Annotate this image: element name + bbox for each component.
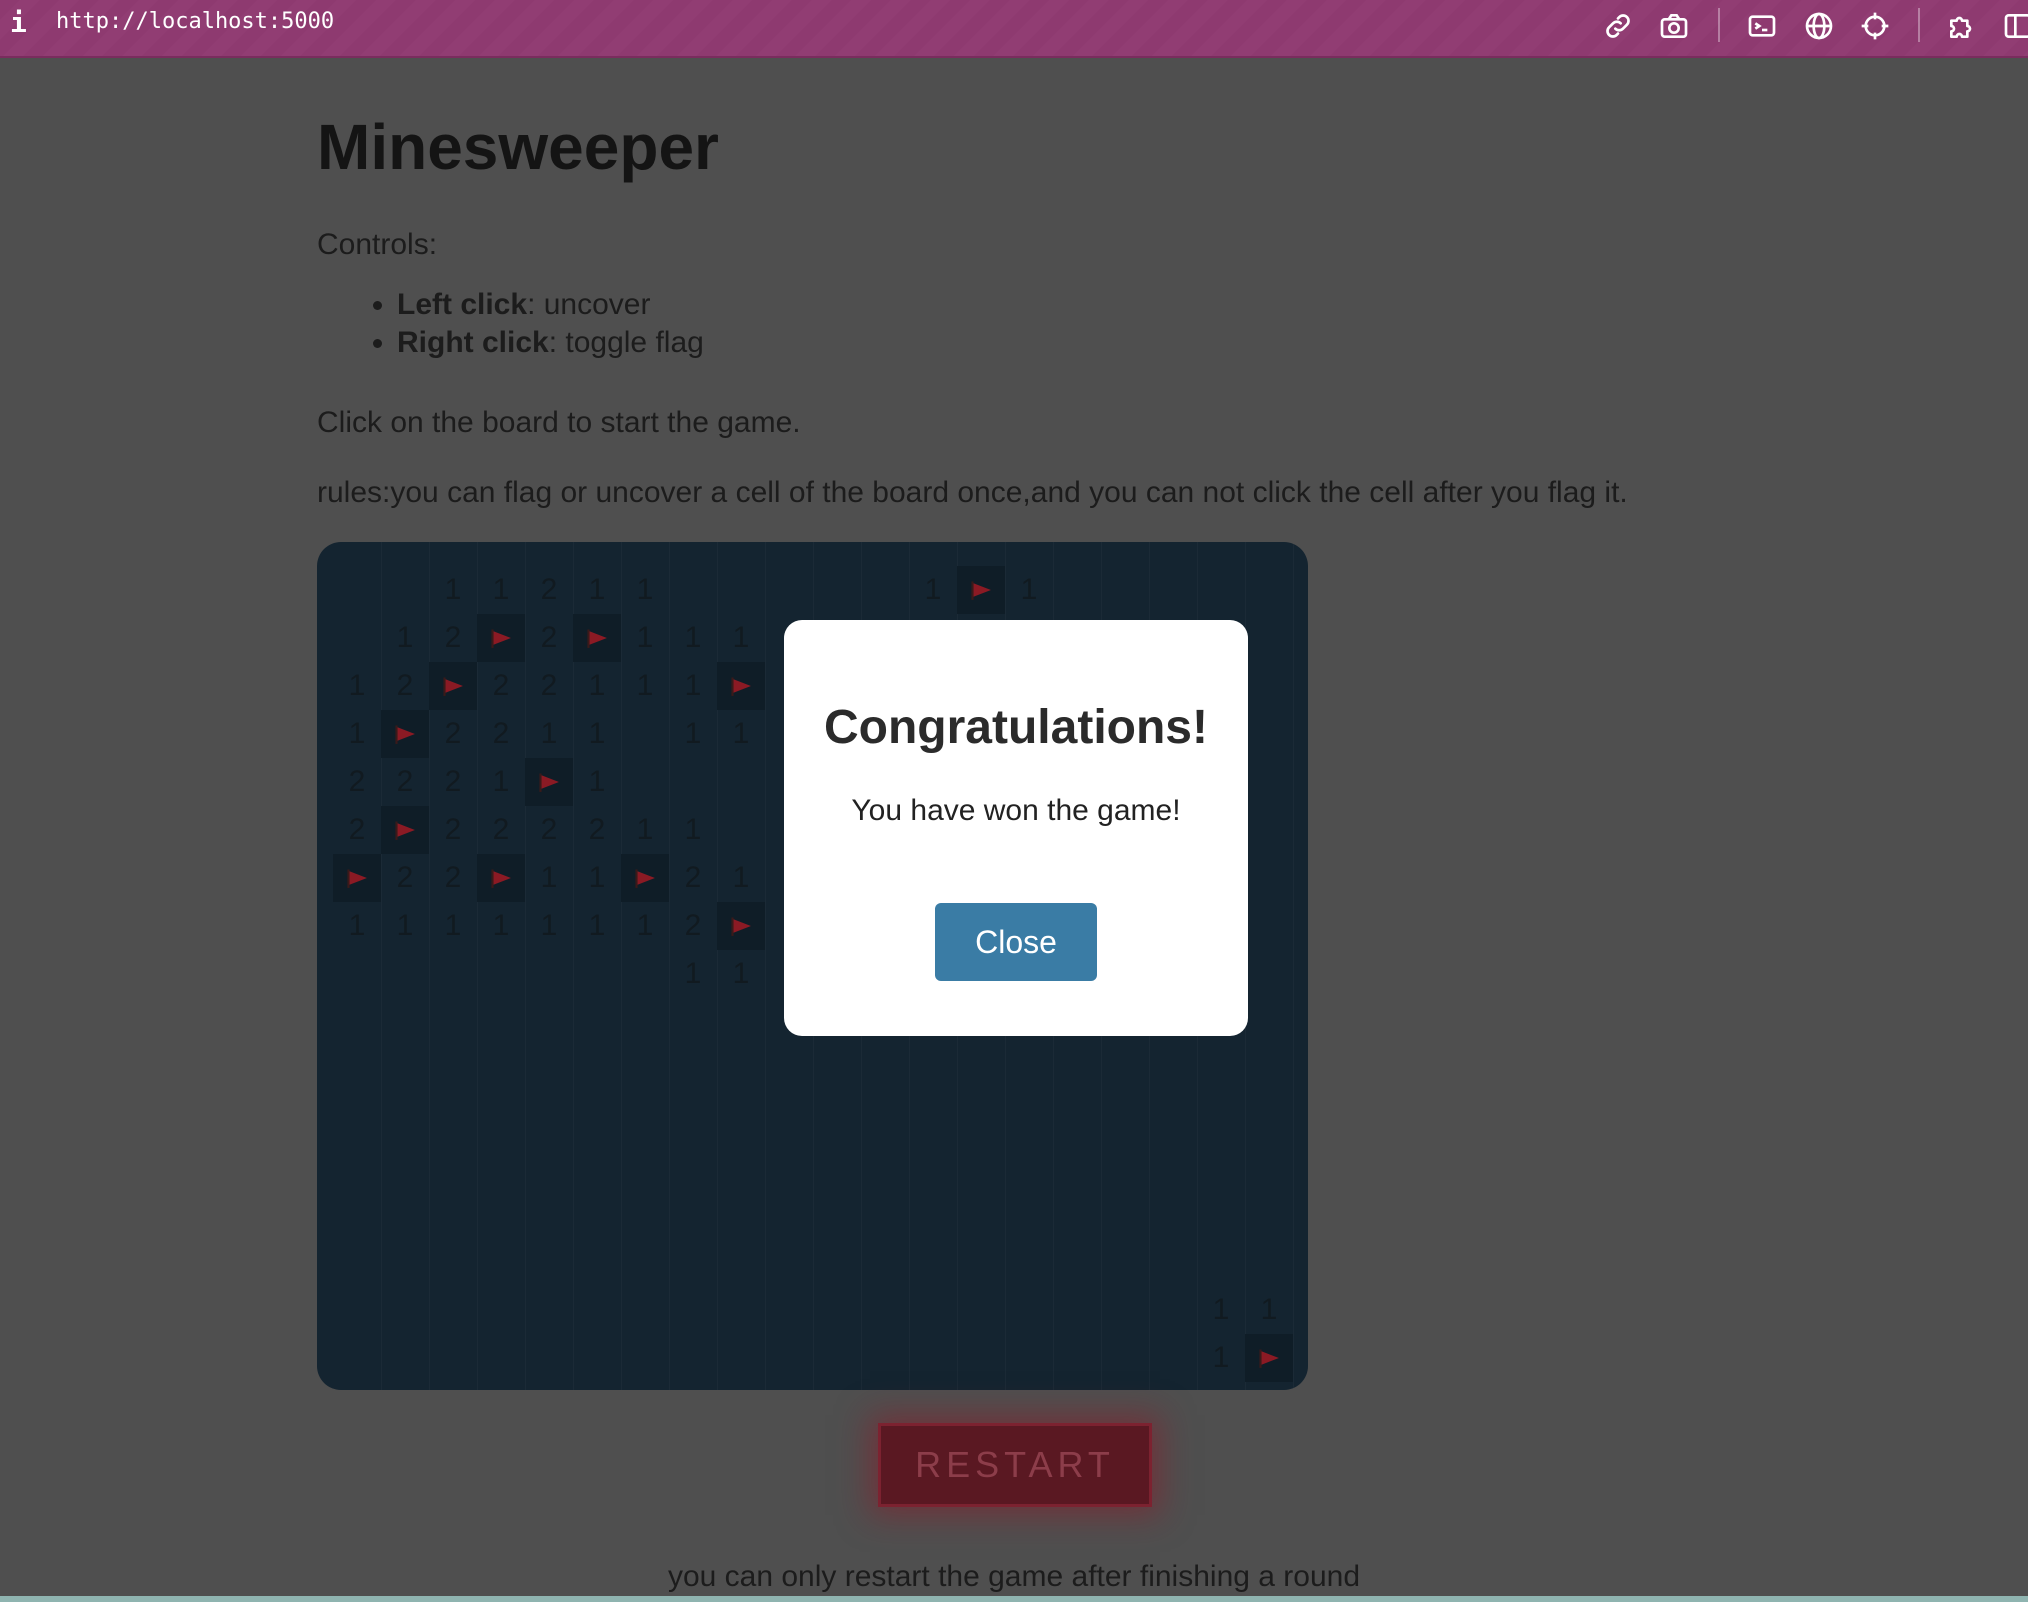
url-bar[interactable]: http://localhost:5000 [56,9,334,34]
link-icon[interactable] [1596,4,1640,48]
dialog-title: Congratulations! [824,701,1208,754]
bottom-edge-strip [0,1596,2028,1602]
globe-icon[interactable] [1797,4,1841,48]
sidebar-icon[interactable] [1996,4,2028,48]
dialog-message: You have won the game! [851,794,1181,827]
crosshair-icon[interactable] [1853,4,1897,48]
terminal-icon[interactable] [1740,4,1784,48]
camera-icon[interactable] [1652,4,1696,48]
close-button[interactable]: Close [935,903,1097,981]
toolbar-divider [1918,8,1920,42]
toolbar-divider [1718,8,1720,42]
info-icon[interactable]: i [10,6,27,39]
puzzle-icon[interactable] [1940,4,1984,48]
win-dialog: Congratulations! You have won the game! … [784,620,1248,1036]
browser-toolbar: i http://localhost:5000 [0,0,2028,58]
